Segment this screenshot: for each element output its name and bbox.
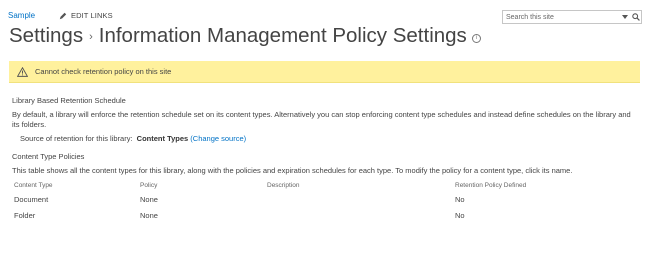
search-button[interactable] [630, 11, 641, 23]
change-source-link[interactable]: (Change source) [190, 134, 246, 143]
retention-source-label: Source of retention for this library: [20, 134, 133, 143]
warning-icon [17, 66, 28, 77]
content-type-policies-description: This table shows all the content types f… [12, 166, 573, 175]
column-header-retention: Retention Policy Defined [455, 182, 527, 189]
warning-banner: Cannot check retention policy on this si… [9, 61, 640, 83]
info-icon[interactable]: i [471, 33, 481, 43]
column-header-content-type: Content Type [14, 182, 53, 189]
column-header-description: Description [267, 182, 300, 189]
library-schedule-description: By default, a library will enforce the r… [12, 110, 631, 129]
search-placeholder: Search this site [506, 13, 554, 21]
site-link[interactable]: Sample [8, 11, 35, 20]
retention-source: Source of retention for this library: Co… [20, 134, 246, 143]
library-schedule-heading: Library Based Retention Schedule [12, 96, 126, 105]
retention-source-value: Content Types [136, 134, 189, 143]
search-icon [631, 13, 640, 21]
row-document-retention: No [455, 195, 465, 204]
content-type-policies-heading: Content Type Policies [12, 152, 85, 161]
edit-links-button[interactable]: EDIT LINKS [59, 11, 113, 20]
breadcrumb-separator: › [89, 31, 93, 43]
row-document-policy: None [140, 195, 158, 204]
warning-text: Cannot check retention policy on this si… [35, 67, 172, 76]
pencil-icon [59, 12, 67, 19]
row-document-name[interactable]: Document [14, 195, 48, 204]
edit-links-label: EDIT LINKS [71, 11, 113, 20]
row-folder-name[interactable]: Folder [14, 211, 35, 220]
breadcrumb-settings[interactable]: Settings [9, 24, 83, 48]
search-scope-dropdown[interactable] [619, 11, 630, 23]
page-title: Settings › Information Management Policy… [9, 24, 481, 48]
column-header-policy: Policy [140, 182, 158, 189]
row-folder-retention: No [455, 211, 465, 220]
breadcrumb-current: Information Management Policy Settings [98, 24, 467, 47]
search-input[interactable]: Search this site [502, 10, 642, 24]
row-folder-policy: None [140, 211, 158, 220]
chevron-down-icon [621, 15, 628, 19]
